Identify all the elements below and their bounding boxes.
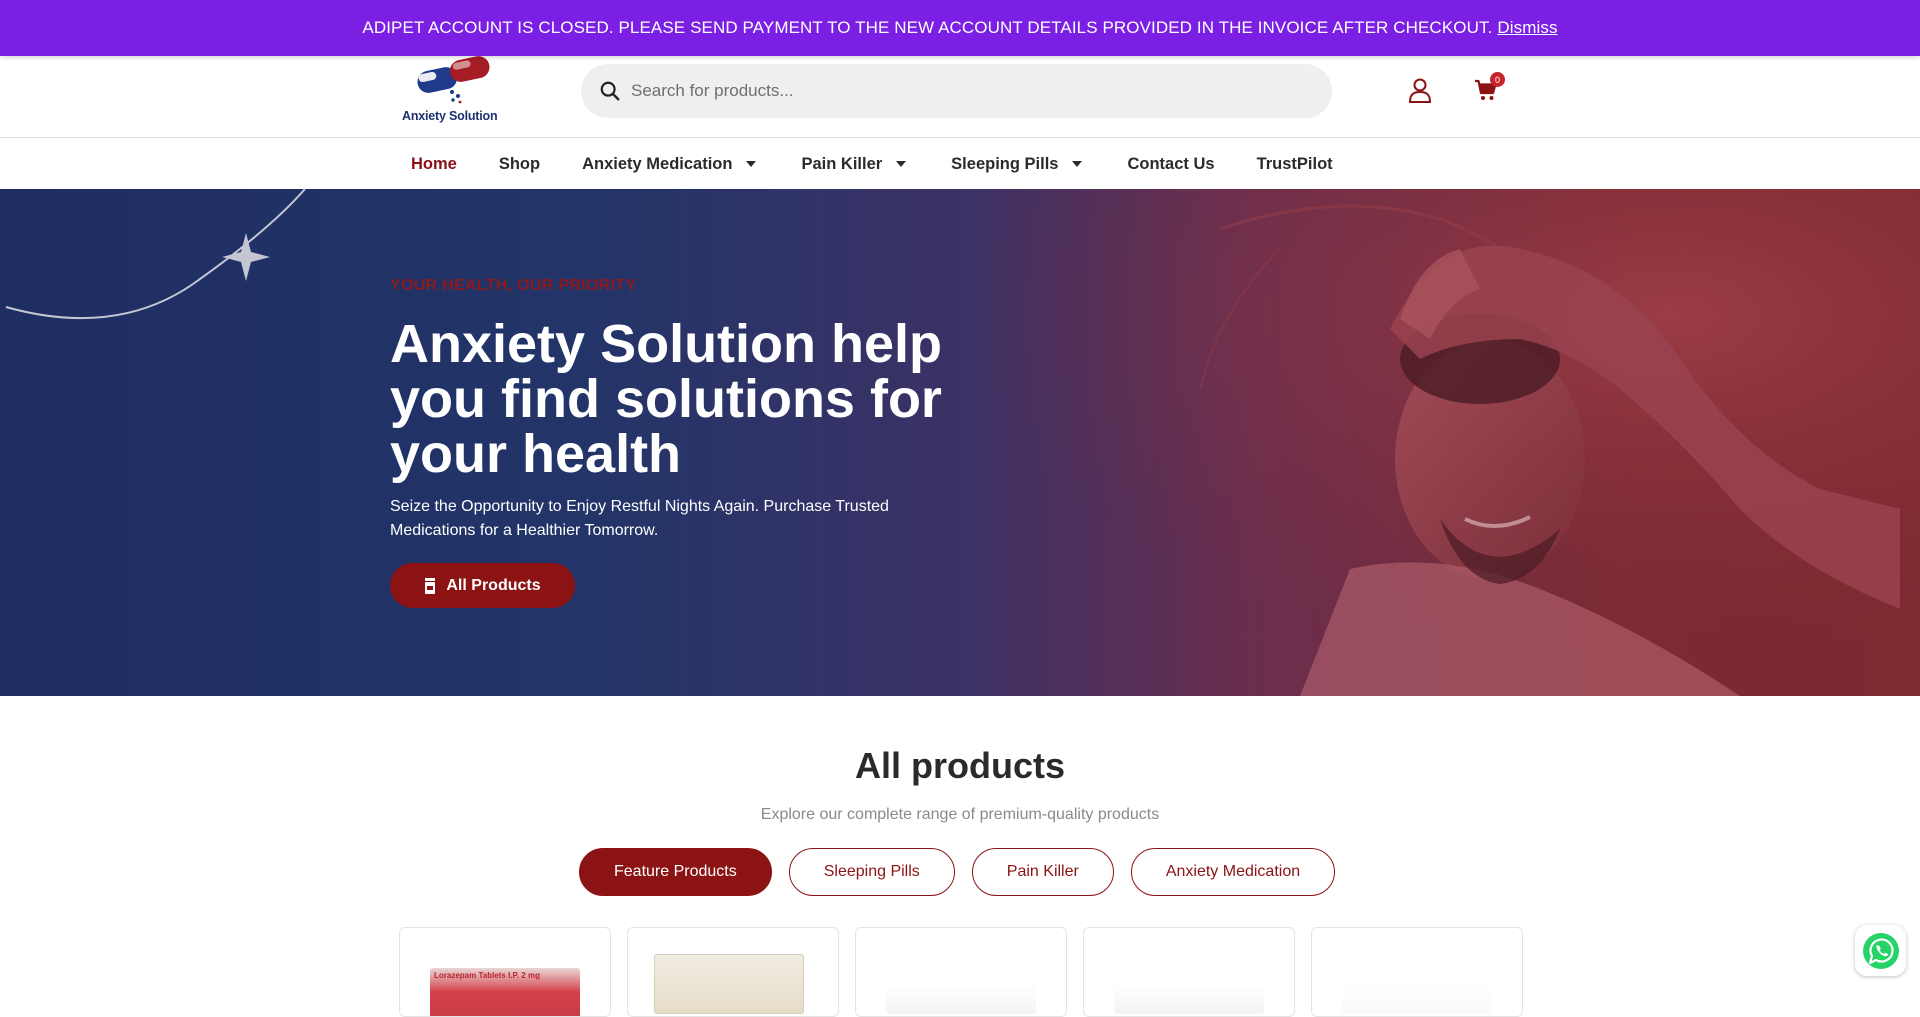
all-products-button[interactable]: All Products [390, 563, 575, 608]
nav-item-home[interactable]: Home [390, 155, 478, 174]
capsule-logo-icon [417, 56, 490, 104]
search-input[interactable] [631, 81, 1311, 101]
product-grid: Lorazepam Tablets I.P. 2 mg [399, 927, 1523, 1017]
store-notice-text: ADIPET ACCOUNT IS CLOSED. PLEASE SEND PA… [362, 18, 1493, 37]
nav-item-contact-us[interactable]: Contact Us [1106, 155, 1235, 174]
section-subtitle: Explore our complete range of premium-qu… [760, 806, 1160, 823]
chevron-down-icon [1072, 161, 1083, 167]
tab-anxiety-medication[interactable]: Anxiety Medication [1130, 848, 1336, 896]
product-image [654, 954, 804, 1014]
store-notice: ADIPET ACCOUNT IS CLOSED. PLEASE SEND PA… [0, 0, 1920, 56]
product-image [1342, 984, 1492, 1014]
nav-item-pain-killer[interactable]: Pain Killer [780, 155, 930, 174]
hero-photo [920, 189, 1920, 696]
product-filter-tabs: Feature Products Sleeping Pills Pain Kil… [579, 848, 1336, 896]
whatsapp-icon [1862, 932, 1899, 969]
logo-text: Anxiety Solution [402, 109, 498, 123]
all-products-label: All Products [446, 576, 541, 594]
site-logo[interactable]: Anxiety Solution [402, 56, 506, 126]
product-image [886, 984, 1036, 1014]
hero-title: Anxiety Solution help you find solutions… [390, 314, 943, 484]
product-card[interactable] [627, 927, 839, 1017]
cart-button[interactable]: 0 [1474, 72, 1506, 104]
chevron-down-icon [746, 161, 757, 167]
user-icon[interactable] [1408, 77, 1432, 103]
tab-pain-killer[interactable]: Pain Killer [971, 848, 1114, 896]
hero-banner: YOUR HEALTH, OUR PRIORITY Anxiety Soluti… [0, 189, 1920, 696]
nav-item-anxiety-medication[interactable]: Anxiety Medication [561, 155, 780, 174]
sparkle-icon [222, 233, 270, 281]
product-image-label: Lorazepam Tablets I.P. 2 mg [434, 971, 540, 980]
nav-item-sleeping-pills[interactable]: Sleeping Pills [930, 155, 1106, 174]
product-image [1114, 984, 1264, 1014]
hero-kicker: YOUR HEALTH, OUR PRIORITY [390, 277, 637, 294]
product-card[interactable] [855, 927, 1067, 1017]
product-card[interactable] [1311, 927, 1523, 1017]
search-icon [600, 81, 620, 101]
nav-item-shop[interactable]: Shop [478, 155, 561, 174]
product-card[interactable] [1083, 927, 1295, 1017]
section-title: All products [854, 745, 1065, 786]
cart-count-badge: 0 [1490, 72, 1505, 87]
main-navigation: Home Shop Anxiety Medication Pain Killer… [0, 139, 1920, 189]
whatsapp-chat-button[interactable] [1855, 925, 1906, 976]
site-header: Anxiety Solution 0 [0, 56, 1920, 138]
chevron-down-icon [896, 161, 907, 167]
nav-item-trustpilot[interactable]: TrustPilot [1236, 155, 1354, 174]
product-card[interactable]: Lorazepam Tablets I.P. 2 mg [399, 927, 611, 1017]
tab-feature-products[interactable]: Feature Products [579, 848, 772, 896]
search-bar[interactable] [581, 64, 1332, 118]
decorative-star-arc [5, 189, 306, 320]
bottle-icon [425, 577, 436, 594]
tab-sleeping-pills[interactable]: Sleeping Pills [788, 848, 955, 896]
hero-subtitle: Seize the Opportunity to Enjoy Restful N… [390, 498, 889, 539]
dismiss-link[interactable]: Dismiss [1497, 18, 1557, 38]
